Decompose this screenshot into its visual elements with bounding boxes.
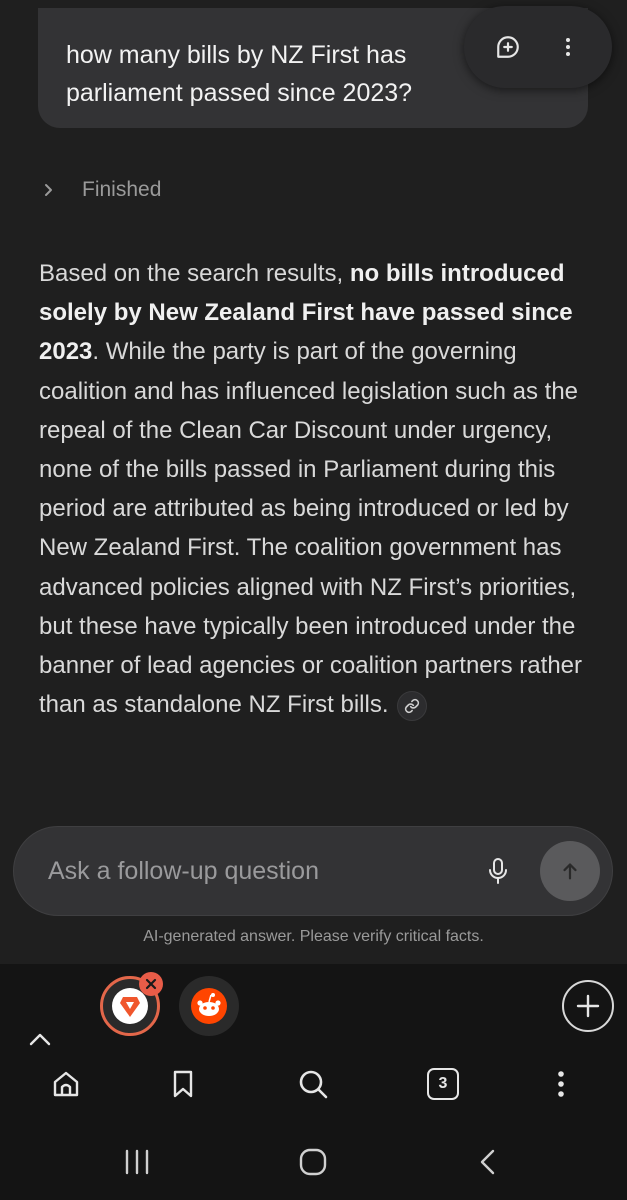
system-back-button[interactable]: [466, 1140, 510, 1184]
link-icon: [404, 698, 419, 713]
voice-input-button[interactable]: [478, 851, 518, 891]
reddit-icon: [191, 988, 227, 1024]
search-button[interactable]: [291, 1062, 335, 1106]
chevron-right-icon: [45, 184, 52, 196]
chat-plus-icon: [497, 36, 519, 58]
send-button[interactable]: [540, 841, 600, 901]
bookmarks-button[interactable]: [161, 1062, 205, 1106]
microphone-icon: [489, 858, 507, 884]
more-options-button[interactable]: [548, 27, 588, 67]
back-icon: [480, 1149, 495, 1175]
tab-count-badge: 3: [427, 1068, 459, 1100]
recent-apps-button[interactable]: [115, 1140, 159, 1184]
disclaimer-text: AI-generated answer. Please verify criti…: [143, 928, 484, 945]
home-icon: [53, 1071, 79, 1097]
tab-reddit[interactable]: [179, 976, 239, 1036]
arrow-up-icon: [563, 863, 577, 880]
system-home-button[interactable]: [291, 1140, 335, 1184]
answer-text: Based on the search results, no bills in…: [39, 254, 599, 724]
bubble-actions: [464, 6, 612, 88]
close-icon: [145, 978, 157, 990]
answer-intro: Based on the search results,: [39, 260, 350, 287]
plus-icon: [576, 994, 600, 1018]
home-button[interactable]: [44, 1062, 88, 1106]
status-label: Finished: [82, 178, 162, 201]
new-tab-button[interactable]: [562, 980, 614, 1032]
search-icon: [299, 1070, 328, 1099]
reasoning-toggle[interactable]: Finished: [40, 172, 161, 208]
tabs-button[interactable]: 3: [421, 1062, 465, 1106]
answer-rest: . While the party is part of the governi…: [39, 338, 582, 719]
home-pill-icon: [299, 1148, 327, 1176]
menu-button[interactable]: [539, 1062, 583, 1106]
citation-link[interactable]: [396, 690, 427, 721]
followup-input[interactable]: Ask a follow-up question: [48, 857, 478, 886]
new-thread-button[interactable]: [488, 27, 528, 67]
expand-tabs-button[interactable]: [24, 1024, 56, 1056]
close-tab-button[interactable]: [139, 972, 163, 996]
bookmark-icon: [173, 1070, 193, 1098]
more-vertical-icon: [558, 1071, 564, 1097]
question-text: how many bills by NZ First has parliamen…: [66, 41, 413, 107]
recents-icon: [125, 1149, 149, 1175]
chevron-up-icon: [29, 1033, 51, 1046]
more-vertical-icon: [566, 38, 570, 56]
followup-bar[interactable]: Ask a follow-up question: [13, 826, 613, 916]
